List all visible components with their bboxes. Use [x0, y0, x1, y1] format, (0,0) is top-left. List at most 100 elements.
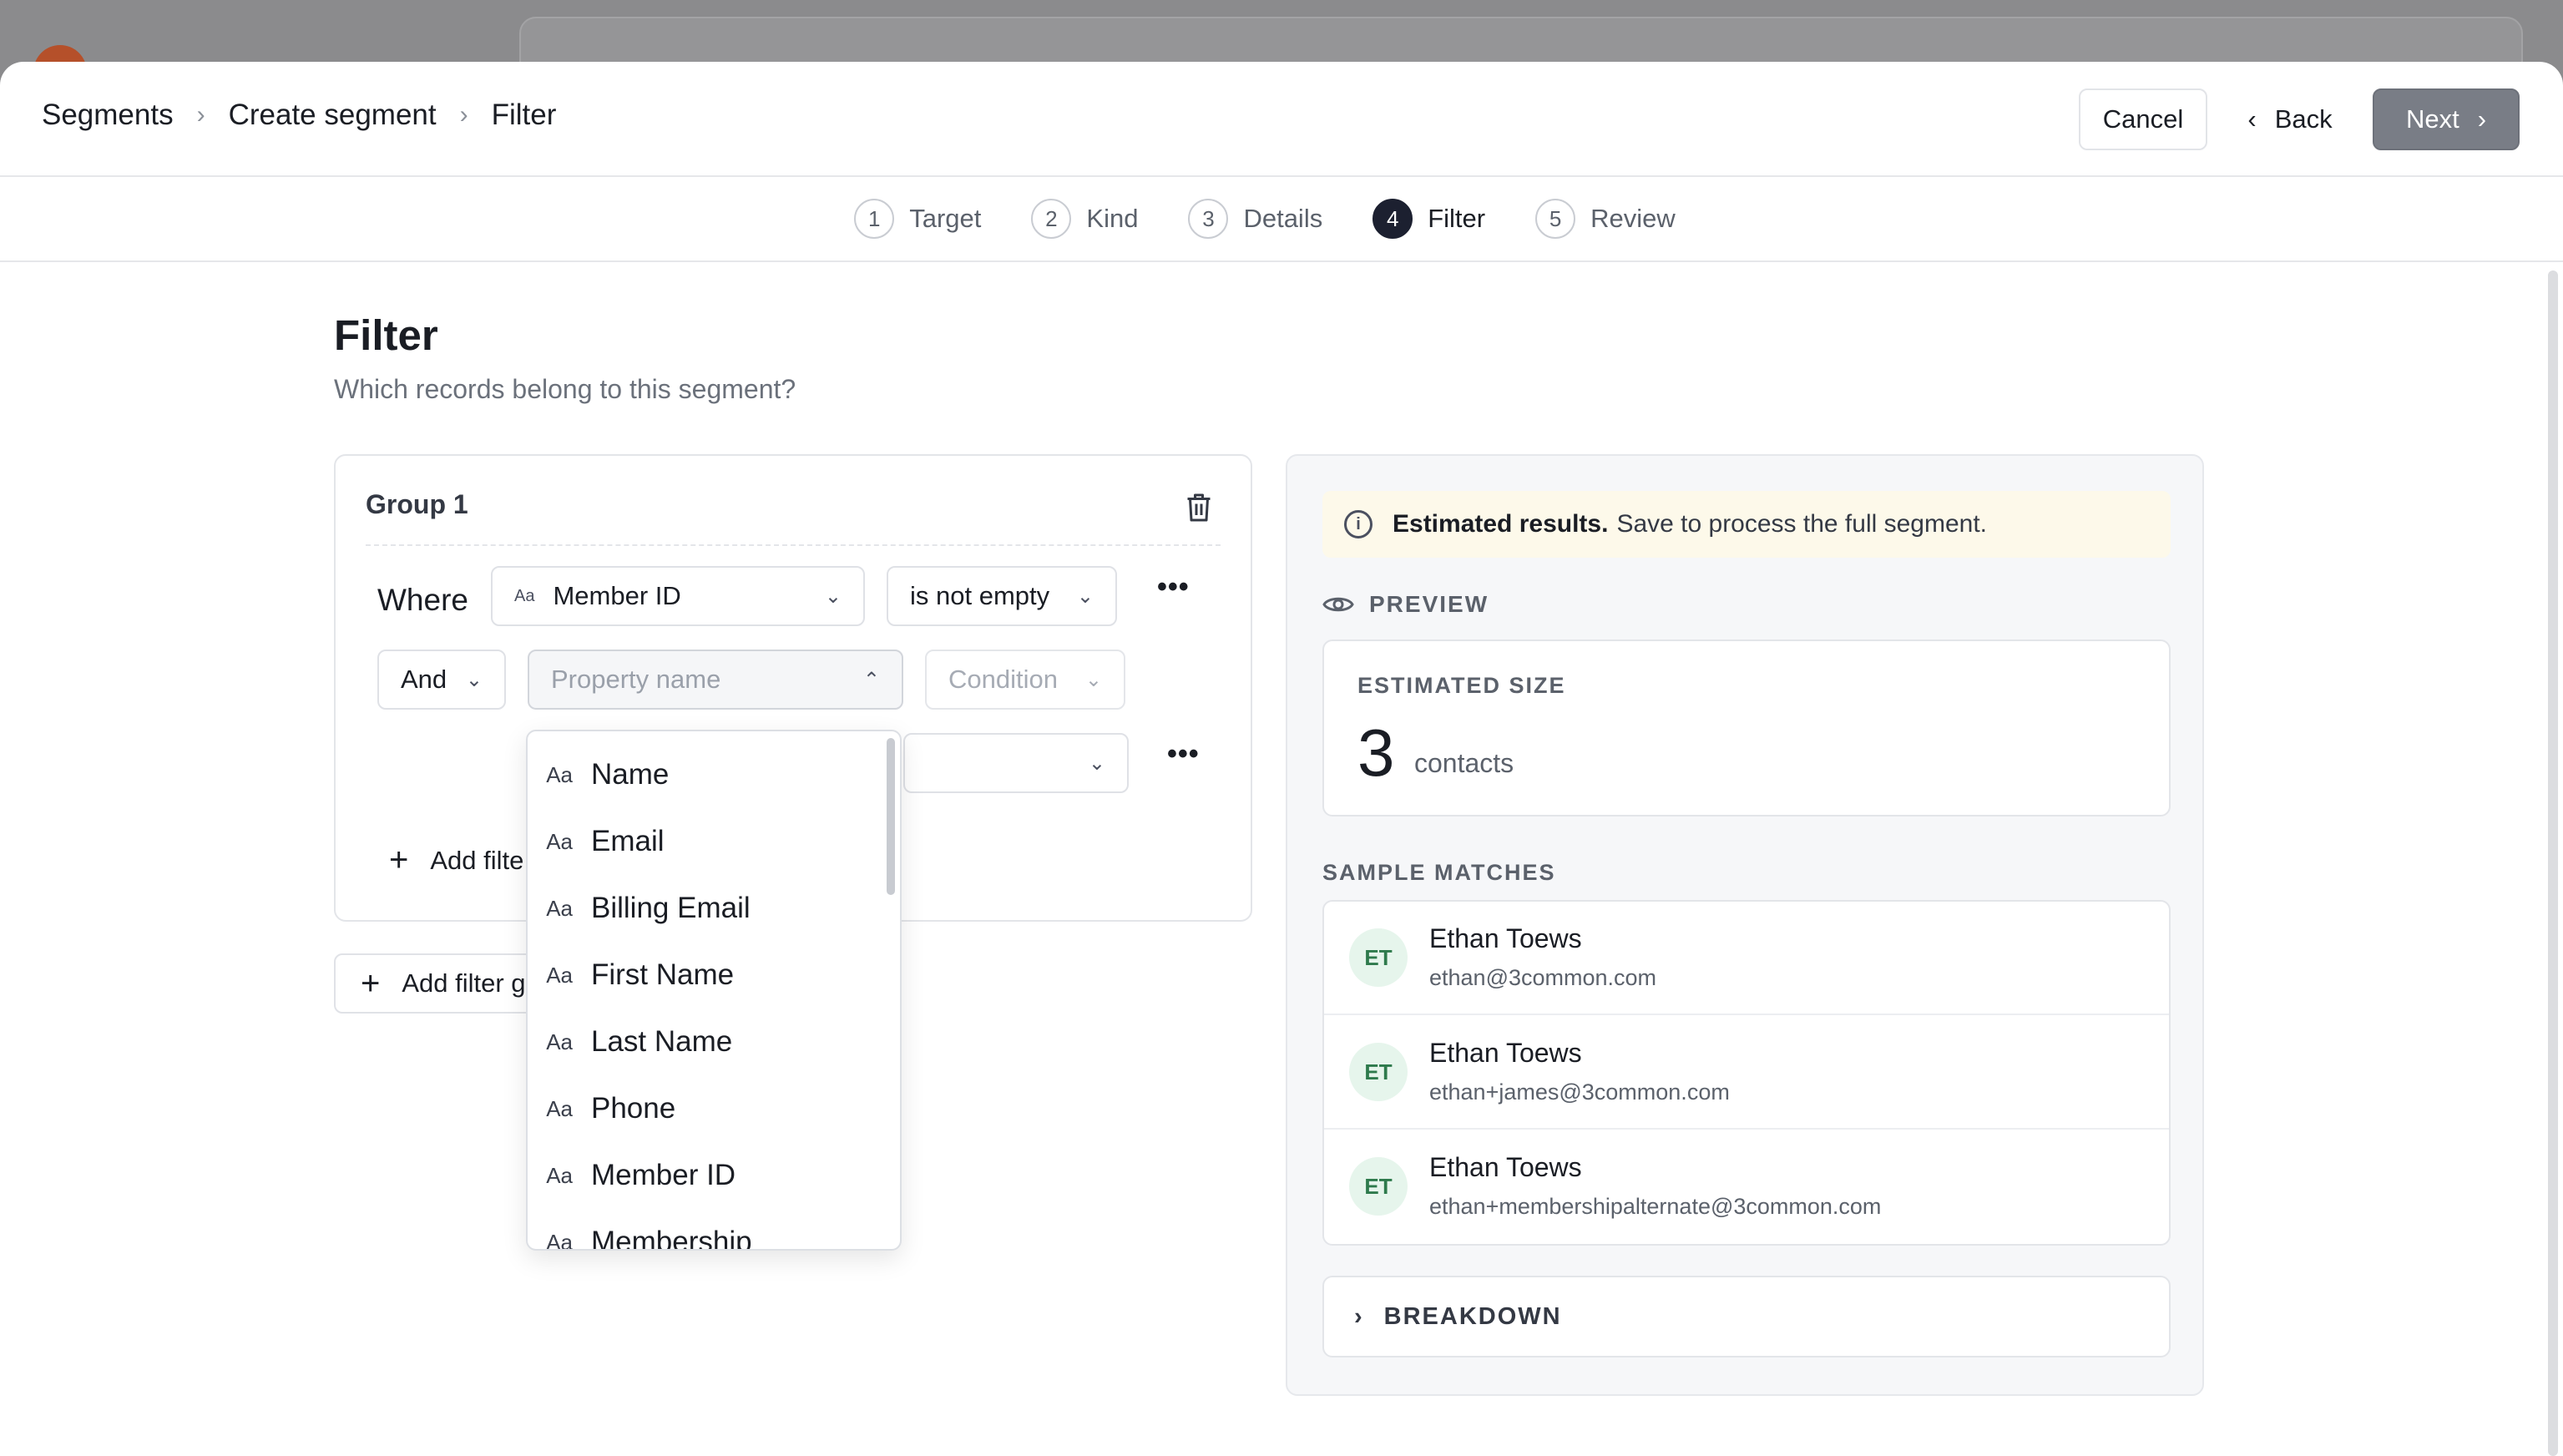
match-email: ethan+membershipalternate@3common.com — [1429, 1194, 1882, 1219]
trash-icon[interactable] — [1184, 491, 1214, 524]
property-placeholder: Property name — [551, 665, 721, 694]
property-value: Member ID — [553, 581, 681, 610]
option-label: Email — [591, 825, 665, 857]
condition-placeholder: Condition — [948, 665, 1058, 694]
add-group-label: Add filter g — [402, 968, 526, 998]
condition-select[interactable]: Condition ⌄ — [925, 650, 1125, 710]
connector-value: And — [401, 665, 447, 694]
next-label: Next — [2405, 104, 2459, 134]
where-label: Where — [377, 583, 468, 617]
chevron-down-icon: ⌄ — [1084, 668, 1102, 691]
step-label: Target — [909, 204, 982, 233]
step-label: Filter — [1428, 204, 1486, 233]
header-actions: Cancel ‹ Back Next › — [2079, 88, 2520, 150]
sample-matches-list: ET Ethan Toews ethan@3common.com ET Etha… — [1322, 900, 2171, 1246]
preview-panel: i Estimated results. Save to process the… — [1286, 454, 2204, 1396]
breadcrumb-segments[interactable]: Segments — [42, 99, 174, 132]
list-item[interactable]: ET Ethan Toews ethan@3common.com — [1324, 902, 2169, 1015]
step-target[interactable]: 1 Target — [854, 199, 981, 239]
breadcrumb-filter: Filter — [491, 99, 557, 131]
value-select[interactable]: ⌄ — [903, 733, 1129, 793]
option-label: Member ID — [591, 1159, 736, 1191]
text-type-icon: Aa — [546, 1162, 573, 1188]
text-type-icon: Aa — [546, 1095, 573, 1121]
dropdown-option-billing-email[interactable]: Aa Billing Email — [528, 875, 887, 942]
dropdown-option-email[interactable]: Aa Email — [528, 808, 887, 875]
chevron-up-icon: ⌃ — [862, 668, 880, 691]
breadcrumb: Segments › Create segment › Filter — [42, 99, 556, 132]
text-type-icon: Aa — [546, 1229, 573, 1251]
step-label: Details — [1243, 204, 1323, 233]
group-title: Group 1 — [366, 489, 468, 519]
next-button[interactable]: Next › — [2373, 88, 2520, 150]
more-options-icon[interactable]: ••• — [1167, 738, 1200, 771]
option-label: Last Name — [591, 1025, 733, 1058]
step-number: 4 — [1372, 199, 1413, 239]
dropdown-scrollbar[interactable] — [887, 738, 895, 895]
breakdown-toggle[interactable]: › BREAKDOWN — [1322, 1276, 2171, 1357]
match-name: Ethan Toews — [1429, 1152, 1582, 1182]
property-select[interactable]: Aa Member ID ⌄ — [491, 566, 865, 626]
match-email: ethan+james@3common.com — [1429, 1079, 1730, 1105]
more-options-icon[interactable]: ••• — [1157, 571, 1190, 604]
size-label: ESTIMATED SIZE — [1357, 673, 1566, 698]
dropdown-option-phone[interactable]: Aa Phone — [528, 1075, 887, 1142]
chevron-right-icon: › — [196, 101, 205, 129]
chevron-down-icon: ⌄ — [824, 584, 842, 608]
back-label: Back — [2274, 104, 2333, 134]
step-kind[interactable]: 2 Kind — [1031, 199, 1138, 239]
option-label: Phone — [591, 1092, 676, 1125]
list-item[interactable]: ET Ethan Toews ethan+membershipalternate… — [1324, 1130, 2169, 1244]
page-scrollbar[interactable] — [2548, 270, 2558, 1456]
chevron-left-icon: ‹ — [2247, 104, 2257, 134]
modal-header: Segments › Create segment › Filter Cance… — [0, 62, 2563, 177]
match-name: Ethan Toews — [1429, 1038, 1582, 1068]
property-name-select[interactable]: Property name ⌃ — [528, 650, 903, 710]
add-filter-button[interactable]: + Add filte — [389, 842, 523, 879]
cancel-label: Cancel — [2102, 104, 2184, 134]
preview-heading: PREVIEW — [1322, 591, 1489, 618]
breadcrumb-create-segment[interactable]: Create segment — [229, 99, 437, 132]
operator-select[interactable]: is not empty ⌄ — [887, 566, 1117, 626]
avatar: ET — [1349, 1043, 1408, 1101]
step-number: 2 — [1031, 199, 1072, 239]
chevron-right-icon: › — [459, 101, 468, 129]
step-label: Kind — [1086, 204, 1139, 233]
text-type-icon: Aa — [546, 761, 573, 787]
match-email: ethan@3common.com — [1429, 965, 1657, 990]
breakdown-label: BREAKDOWN — [1383, 1302, 1562, 1330]
dropdown-option-member-id[interactable]: Aa Member ID — [528, 1142, 887, 1209]
option-label: Billing Email — [591, 892, 751, 924]
step-label: Review — [1590, 204, 1676, 233]
cancel-button[interactable]: Cancel — [2079, 88, 2207, 150]
page-subtitle: Which records belong to this segment? — [334, 374, 796, 404]
step-number: 1 — [854, 199, 895, 239]
text-type-icon: Aa — [546, 828, 573, 854]
option-label: First Name — [591, 958, 735, 991]
step-details[interactable]: 3 Details — [1188, 199, 1322, 239]
list-item[interactable]: ET Ethan Toews ethan+james@3common.com — [1324, 1016, 2169, 1130]
group-divider — [366, 544, 1221, 546]
size-unit: contacts — [1414, 748, 1514, 778]
sample-matches-label: SAMPLE MATCHES — [1322, 860, 1556, 885]
text-type-icon: Aa — [546, 1029, 573, 1054]
match-name: Ethan Toews — [1429, 923, 1582, 953]
page-title: Filter — [334, 311, 438, 359]
dropdown-option-first-name[interactable]: Aa First Name — [528, 942, 887, 1009]
dropdown-option-membership[interactable]: Aa Membership — [528, 1209, 887, 1251]
dropdown-option-name[interactable]: Aa Name — [528, 741, 887, 808]
plus-icon: + — [361, 964, 381, 1002]
dropdown-option-last-name[interactable]: Aa Last Name — [528, 1009, 887, 1075]
chevron-right-icon: › — [1354, 1302, 1364, 1330]
connector-select[interactable]: And ⌄ — [377, 650, 506, 710]
property-dropdown: Aa Name Aa Email Aa Billing Email Aa Fir… — [526, 730, 902, 1251]
option-label: Name — [591, 758, 670, 791]
back-button[interactable]: ‹ Back — [2227, 88, 2353, 150]
step-review[interactable]: 5 Review — [1535, 199, 1676, 239]
step-filter[interactable]: 4 Filter — [1372, 199, 1485, 239]
size-value: 3 — [1357, 715, 1395, 790]
text-type-icon: Aa — [514, 586, 535, 605]
preview-label: PREVIEW — [1369, 591, 1489, 617]
eye-icon — [1322, 597, 1354, 612]
avatar: ET — [1349, 928, 1408, 987]
